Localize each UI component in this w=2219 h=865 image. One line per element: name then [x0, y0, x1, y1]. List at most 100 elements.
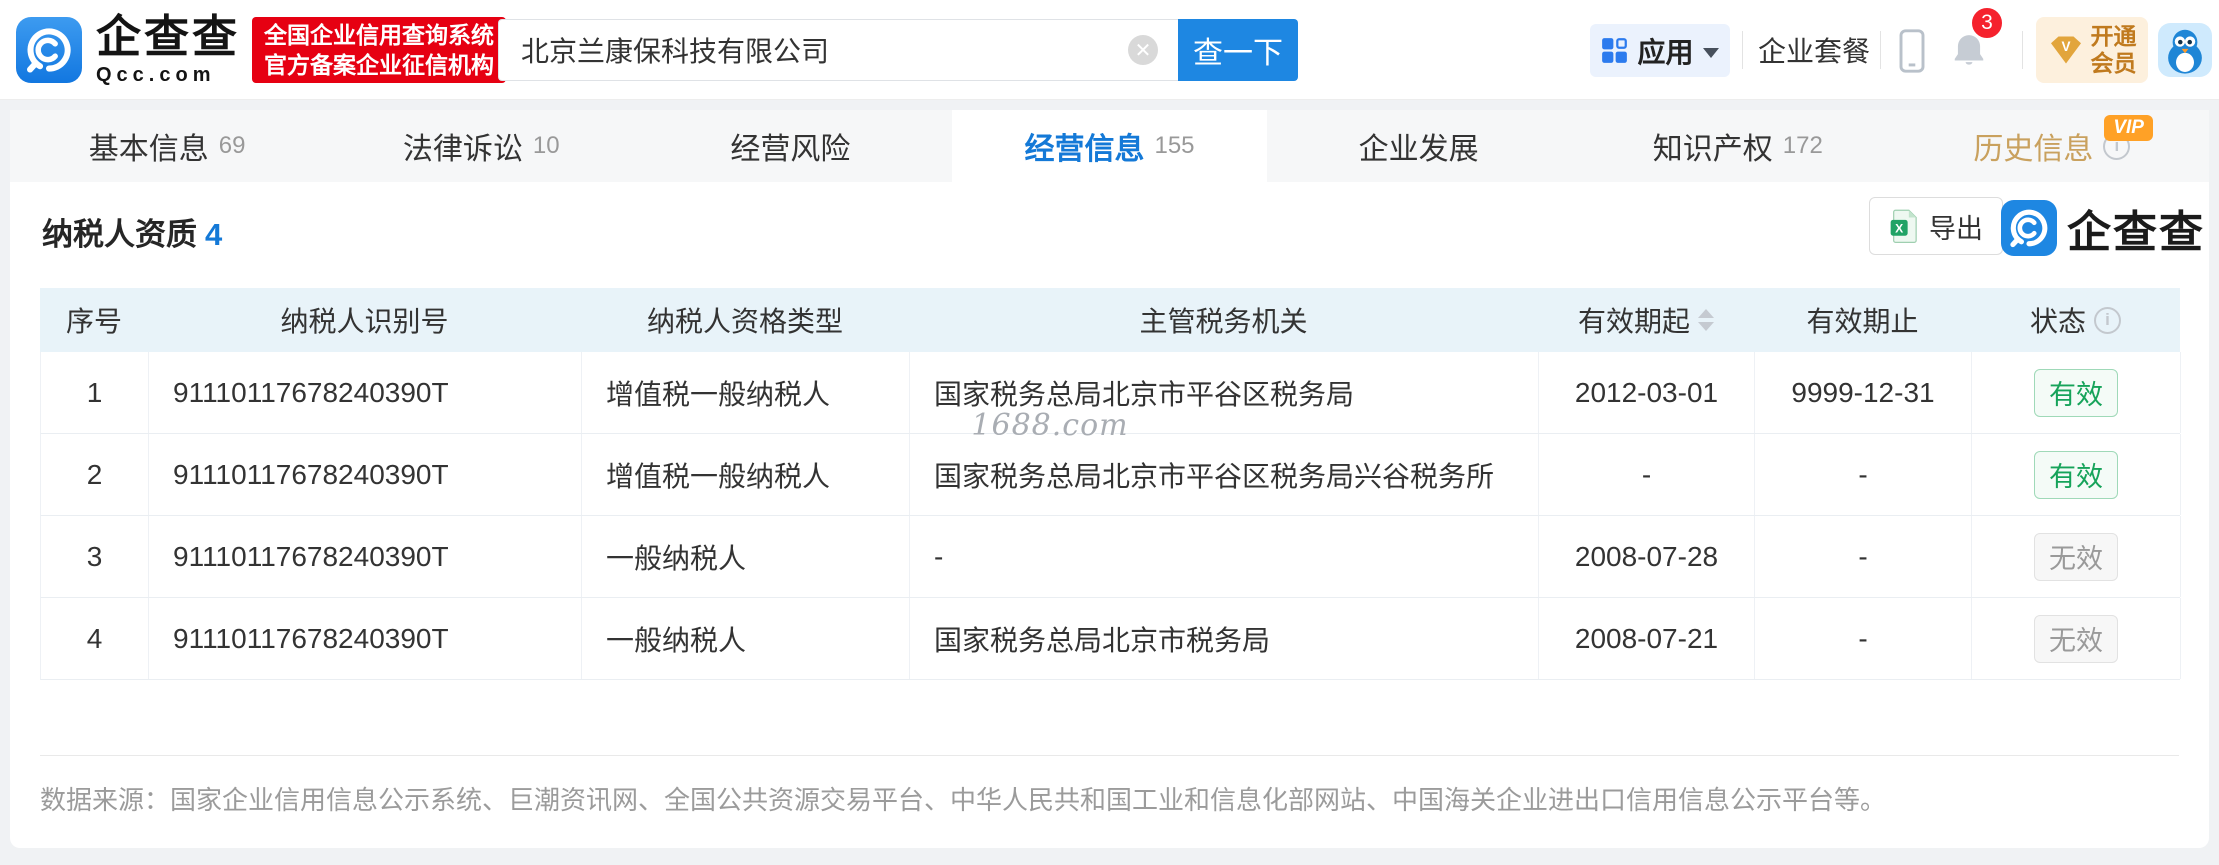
- divider: [1880, 31, 1881, 69]
- certification-line1: 全国企业信用查询系统: [264, 22, 494, 48]
- divider: [2022, 31, 2023, 69]
- data-source-note: 数据来源：国家企业信用信息公示系统、巨潮资讯网、全国公共资源交易平台、中华人民共…: [40, 785, 1887, 815]
- vip-label: 开通 会员: [2090, 23, 2137, 76]
- cell-valid-to: 9999-12-31: [1755, 352, 1972, 433]
- cell-type: 一般纳税人: [582, 516, 910, 597]
- qcc-logo-text[interactable]: 企查查 Qcc.com: [96, 11, 241, 87]
- cell-tax-id: 91110117678240390T: [149, 434, 582, 515]
- mobile-app-icon[interactable]: [1898, 29, 1926, 78]
- tab-label: 历史信息: [1973, 133, 2094, 166]
- cell-status: 有效: [1972, 352, 2181, 433]
- tab-bar: 基本信息 69 法律诉讼 10 经营风险 经营信息 155 企业发展 知识产权: [10, 110, 2209, 182]
- tab-count: 155: [1154, 132, 1195, 159]
- user-avatar[interactable]: [2158, 23, 2212, 77]
- tab-history-info[interactable]: VIP 历史信息 i: [1895, 110, 2209, 182]
- taxpayer-table: 序号 纳税人识别号 纳税人资格类型 主管税务机关 有效期起 有效期止 状态 i …: [40, 288, 2181, 680]
- cell-type: 增值税一般纳税人: [582, 434, 910, 515]
- cell-authority: 国家税务总局北京市平谷区税务局: [910, 352, 1539, 433]
- tab-label: 经营信息: [1024, 133, 1145, 166]
- cell-valid-from: -: [1539, 434, 1755, 515]
- tab-basic-info[interactable]: 基本信息 69: [10, 110, 324, 182]
- col-header-type: 纳税人资格类型: [646, 306, 843, 337]
- apps-grid-icon: [1601, 37, 1628, 64]
- chevron-down-icon: [1702, 47, 1719, 58]
- cell-tax-id: 91110117678240390T: [149, 352, 582, 433]
- status-badge: 无效: [2034, 532, 2118, 581]
- vip-crown-icon: V: [2048, 33, 2084, 67]
- table-row: 1 91110117678240390T 增值税一般纳税人 国家税务总局北京市平…: [40, 352, 2181, 434]
- cell-no: 2: [41, 434, 149, 515]
- cell-no: 3: [41, 516, 149, 597]
- tab-intellectual-property[interactable]: 知识产权 172: [1581, 110, 1895, 182]
- col-header-tax-id: 纳税人识别号: [280, 306, 449, 337]
- svg-text:X: X: [1895, 222, 1903, 236]
- tab-label: 知识产权: [1652, 133, 1773, 166]
- tab-count: 10: [532, 132, 560, 159]
- certification-line2: 官方备案企业征信机构: [264, 52, 494, 78]
- export-button[interactable]: X 导出: [1869, 197, 2003, 255]
- status-badge: 有效: [2034, 450, 2118, 499]
- qcc-watermark-icon: [2001, 200, 2057, 256]
- table-row: 4 91110117678240390T 一般纳税人 国家税务总局北京市税务局 …: [40, 598, 2181, 680]
- export-label: 导出: [1929, 213, 1983, 244]
- svg-text:V: V: [2061, 39, 2070, 54]
- col-header-authority: 主管税务机关: [1139, 306, 1308, 337]
- footer-divider: [40, 755, 2179, 756]
- tab-operating-risk[interactable]: 经营风险: [638, 110, 952, 182]
- cell-valid-to: -: [1755, 516, 1972, 597]
- brand-name: 企查查: [96, 11, 241, 62]
- tab-label: 法律诉讼: [402, 133, 523, 166]
- table-row: 2 91110117678240390T 增值税一般纳税人 国家税务总局北京市平…: [40, 434, 2181, 516]
- cell-status: 无效: [1972, 598, 2181, 679]
- table-row: 3 91110117678240390T 一般纳税人 - 2008-07-28 …: [40, 516, 2181, 598]
- section-title: 纳税人资质 4: [42, 217, 223, 252]
- search-button[interactable]: 查一下: [1178, 19, 1298, 81]
- col-header-valid-to: 有效期止: [1806, 306, 1919, 337]
- cell-valid-from: 2008-07-28: [1539, 516, 1755, 597]
- apps-button[interactable]: 应用: [1590, 24, 1730, 77]
- search-input[interactable]: [498, 19, 1178, 81]
- excel-icon: X: [1889, 209, 1919, 243]
- cell-no: 1: [41, 352, 149, 433]
- cell-type: 增值税一般纳税人: [582, 352, 910, 433]
- qcc-logo-icon[interactable]: [16, 17, 82, 83]
- vip-badge: VIP: [2104, 115, 2153, 141]
- tab-label: 企业发展: [1358, 133, 1479, 166]
- open-vip-button[interactable]: V 开通 会员: [2036, 17, 2148, 83]
- status-badge: 无效: [2034, 614, 2118, 663]
- cell-tax-id: 91110117678240390T: [149, 598, 582, 679]
- info-icon[interactable]: i: [2094, 306, 2121, 334]
- cell-no: 4: [41, 598, 149, 679]
- top-header: 企查查 Qcc.com 全国企业信用查询系统 官方备案企业征信机构 ✕ 查一下 …: [0, 0, 2219, 100]
- cell-valid-from: 2008-07-21: [1539, 598, 1755, 679]
- col-header-status: 状态 i: [1971, 288, 2180, 352]
- notification-count-badge: 3: [1970, 6, 2004, 40]
- cell-authority: 国家税务总局北京市税务局: [910, 598, 1539, 679]
- search-bar: ✕ 查一下: [498, 19, 1298, 81]
- apps-label: 应用: [1637, 36, 1694, 68]
- tab-business-info[interactable]: 经营信息 155: [952, 110, 1267, 182]
- certification-badge: 全国企业信用查询系统 官方备案企业征信机构: [252, 17, 506, 83]
- cell-authority: 国家税务总局北京市平谷区税务局兴谷税务所: [910, 434, 1539, 515]
- tab-company-development[interactable]: 企业发展: [1267, 110, 1581, 182]
- tab-legal-proceedings[interactable]: 法律诉讼 10: [324, 110, 638, 182]
- brand-domain: Qcc.com: [96, 64, 216, 86]
- notifications-bell-icon[interactable]: 3: [1950, 6, 2004, 76]
- tab-label: 经营风险: [730, 133, 851, 166]
- cell-valid-to: -: [1755, 434, 1972, 515]
- clear-search-icon[interactable]: ✕: [1128, 35, 1158, 65]
- col-header-no: 序号: [65, 306, 122, 337]
- cell-status: 有效: [1972, 434, 2181, 515]
- sort-icon[interactable]: [1698, 309, 1714, 331]
- cell-valid-to: -: [1755, 598, 1972, 679]
- cell-status: 无效: [1972, 516, 2181, 597]
- cell-valid-from: 2012-03-01: [1539, 352, 1755, 433]
- cell-type: 一般纳税人: [582, 598, 910, 679]
- cell-tax-id: 91110117678240390T: [149, 516, 582, 597]
- col-header-valid-from[interactable]: 有效期起: [1538, 288, 1754, 352]
- section-count: 4: [205, 217, 223, 252]
- content-card: 基本信息 69 法律诉讼 10 经营风险 经营信息 155 企业发展 知识产权: [10, 110, 2209, 848]
- enterprise-package-link[interactable]: 企业套餐: [1758, 0, 1870, 100]
- qcc-watermark: 企查查: [2001, 196, 2205, 260]
- cell-authority: -: [910, 516, 1539, 597]
